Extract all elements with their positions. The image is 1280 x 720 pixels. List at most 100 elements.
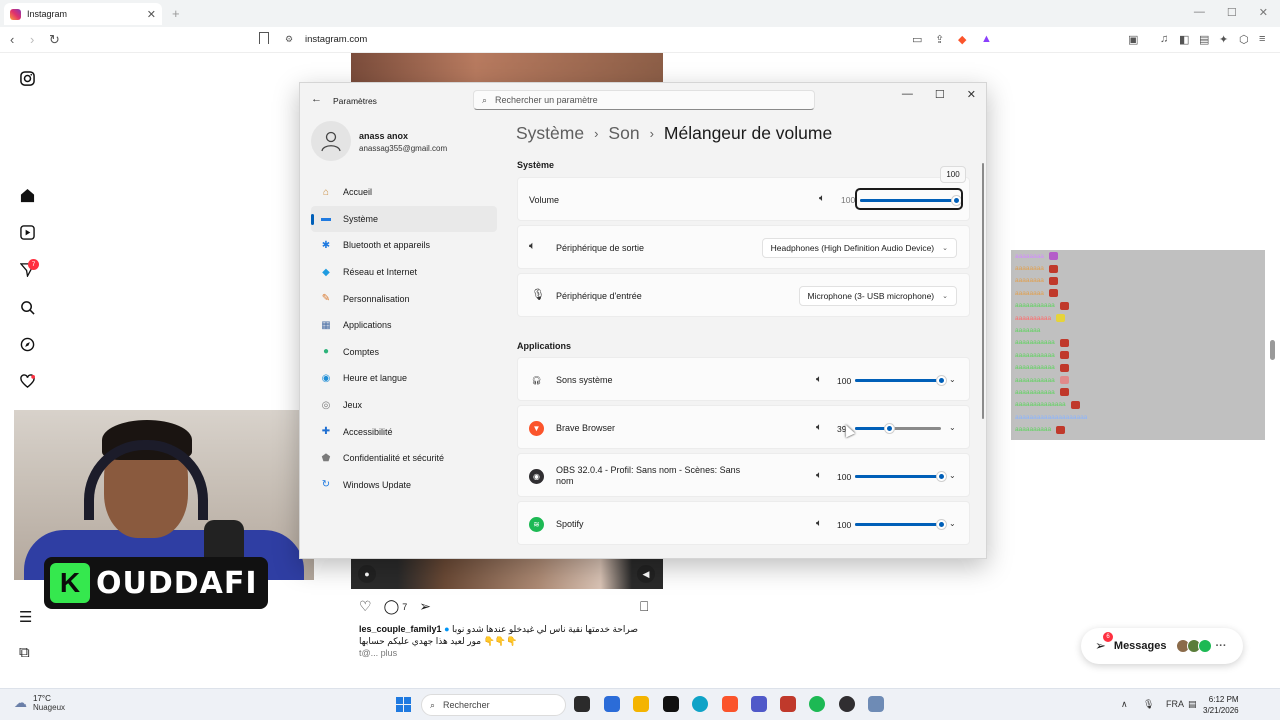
forward-arrow-icon[interactable]: › (30, 32, 34, 47)
chevron-down-icon[interactable]: ⌄ (949, 423, 956, 432)
messages-button[interactable]: ➢ 6 Messages ··· (1081, 628, 1243, 664)
microphone-icon[interactable]: 🎙︎ (1143, 699, 1154, 710)
minimize-window-button[interactable]: — (1194, 6, 1205, 19)
nav-item[interactable]: ✚ Accessibilité (311, 418, 497, 445)
nav-item[interactable]: ● Comptes (311, 339, 497, 366)
teams-icon[interactable] (751, 696, 767, 712)
video-editor-icon[interactable] (780, 696, 796, 712)
app-volume-slider-thumb[interactable] (936, 375, 947, 386)
home-icon[interactable] (18, 186, 36, 204)
speaker-icon[interactable]: 🔈︎ (819, 193, 825, 204)
obs-icon[interactable] (839, 696, 855, 712)
clock[interactable]: 6:12 PM 3/21/2026 (1203, 694, 1239, 716)
spotify-icon[interactable] (809, 696, 825, 712)
nav-item[interactable]: ◆ Réseau et Internet (311, 259, 497, 286)
brave-shields-icon[interactable]: ◆ (958, 33, 966, 46)
app-volume-slider[interactable] (855, 423, 941, 434)
brave-icon[interactable] (722, 696, 738, 712)
input-device-dropdown[interactable]: Microphone (3- USB microphone) ⌄ (798, 286, 957, 306)
sidebar-icon[interactable]: ◧ (1179, 33, 1189, 46)
caption-tag[interactable]: t@... (359, 648, 378, 658)
reels-icon[interactable] (18, 223, 36, 241)
nav-item[interactable]: ⬟ Confidentialité et sécurité (311, 445, 497, 472)
nav-item[interactable]: ✱ Bluetooth et appareils (311, 232, 497, 259)
nav-item[interactable]: ⌂ Accueil (311, 179, 497, 206)
nav-item[interactable]: ✎ Personnalisation (311, 285, 497, 312)
instagram-logo-icon[interactable] (18, 69, 36, 87)
output-device-dropdown[interactable]: Headphones (High Definition Audio Device… (761, 238, 957, 258)
vpn-icon[interactable]: ⬡ (1239, 33, 1249, 46)
tab-close-icon[interactable]: ✕ (147, 8, 156, 21)
app-volume-slider[interactable] (855, 375, 947, 386)
mute-toggle-icon[interactable]: ◀ (637, 565, 655, 583)
chevron-down-icon[interactable]: ⌄ (949, 471, 956, 480)
brave-rewards-icon[interactable]: ▲ (981, 33, 992, 45)
maximize-button[interactable]: ☐ (935, 88, 945, 101)
share-icon[interactable]: ➢ (419, 598, 431, 615)
save-bookmark-icon[interactable]: ⎕ (640, 598, 648, 615)
maximize-window-button[interactable]: ☐ (1227, 6, 1237, 19)
notifications-heart-icon[interactable] (18, 372, 36, 390)
minimize-button[interactable]: — (902, 88, 913, 101)
folder-icon[interactable] (633, 696, 649, 712)
caption-more-link[interactable]: plus (381, 648, 398, 658)
file-explorer-icon[interactable] (604, 696, 620, 712)
back-arrow-icon[interactable]: ‹ (10, 32, 14, 47)
speaker-icon[interactable]: 🔈︎ (816, 374, 822, 385)
close-button[interactable]: ✕ (967, 88, 976, 101)
task-view-icon[interactable] (574, 696, 590, 712)
tagged-users-icon[interactable]: ● (358, 565, 376, 583)
leo-ai-icon[interactable]: ✦ (1219, 33, 1228, 46)
edge-icon[interactable] (692, 696, 708, 712)
media-icon[interactable]: ♫ (1160, 33, 1168, 45)
page-scrollbar[interactable] (1270, 340, 1275, 360)
back-arrow-icon[interactable]: ← (311, 93, 322, 105)
comment-icon[interactable]: ◯ (384, 598, 400, 615)
capcut-icon[interactable] (663, 696, 679, 712)
input-language[interactable]: FRA (1166, 699, 1184, 709)
app-volume-slider[interactable] (855, 471, 947, 482)
share-icon[interactable]: ⇪ (935, 33, 944, 46)
tray-overflow-icon[interactable]: ∧ (1121, 699, 1128, 710)
more-apps-icon[interactable]: ⧉ (19, 644, 30, 661)
post-video[interactable] (351, 557, 663, 589)
network-icon[interactable]: ▤ (1188, 699, 1197, 710)
speaker-icon[interactable]: 🔈︎ (816, 518, 822, 529)
chevron-down-icon[interactable]: ⌄ (949, 375, 956, 384)
app-volume-slider-thumb[interactable] (883, 423, 895, 434)
nav-item[interactable]: ◉ Heure et langue (311, 365, 497, 392)
close-window-button[interactable]: ✕ (1259, 6, 1268, 19)
breadcrumb-system[interactable]: Système (516, 123, 584, 144)
site-info-icon[interactable]: ⚙ (285, 34, 293, 45)
app-volume-slider-thumb[interactable] (936, 519, 947, 530)
speaker-icon[interactable]: 🔈︎ (816, 422, 822, 433)
bookmark-icon[interactable] (259, 32, 269, 44)
app-volume-slider-thumb[interactable] (936, 471, 947, 482)
search-icon[interactable] (18, 298, 36, 316)
speaker-icon[interactable]: 🔈︎ (816, 470, 822, 481)
reload-icon[interactable]: ↻ (49, 32, 60, 48)
taskbar-search[interactable]: ⌕ Rechercher (421, 694, 566, 716)
breadcrumb-sound[interactable]: Son (608, 123, 639, 144)
nav-item[interactable]: ↻ Windows Update (311, 472, 497, 499)
nav-item[interactable]: ▬ Système (311, 205, 497, 233)
hamburger-menu-icon[interactable]: ☰ (19, 608, 32, 626)
explore-icon[interactable] (18, 335, 36, 353)
address-bar[interactable]: instagram.com (305, 34, 367, 45)
chevron-down-icon[interactable]: ⌄ (949, 519, 956, 528)
app-volume-slider[interactable] (855, 519, 947, 530)
tab-search-icon[interactable]: ▣ (1128, 33, 1138, 46)
start-button[interactable] (396, 697, 411, 712)
weather-widget[interactable]: ☁ 17°C Nuageux (14, 694, 65, 712)
settings-search-input[interactable]: ⌕ Rechercher un paramètre (473, 90, 815, 110)
wallet-icon[interactable]: ▤ (1199, 33, 1209, 46)
post-username[interactable]: les_couple_family1 (359, 624, 442, 634)
new-tab-button[interactable]: + (172, 6, 180, 21)
settings-scrollbar[interactable] (982, 163, 984, 419)
user-avatar[interactable] (311, 121, 351, 161)
cast-icon[interactable]: ▭ (912, 33, 922, 46)
tab-instagram[interactable]: Instagram ✕ (4, 3, 162, 25)
settings-icon[interactable] (868, 696, 884, 712)
like-icon[interactable]: ♡ (359, 598, 372, 615)
nav-item[interactable]: ◎ Jeux (311, 392, 497, 419)
